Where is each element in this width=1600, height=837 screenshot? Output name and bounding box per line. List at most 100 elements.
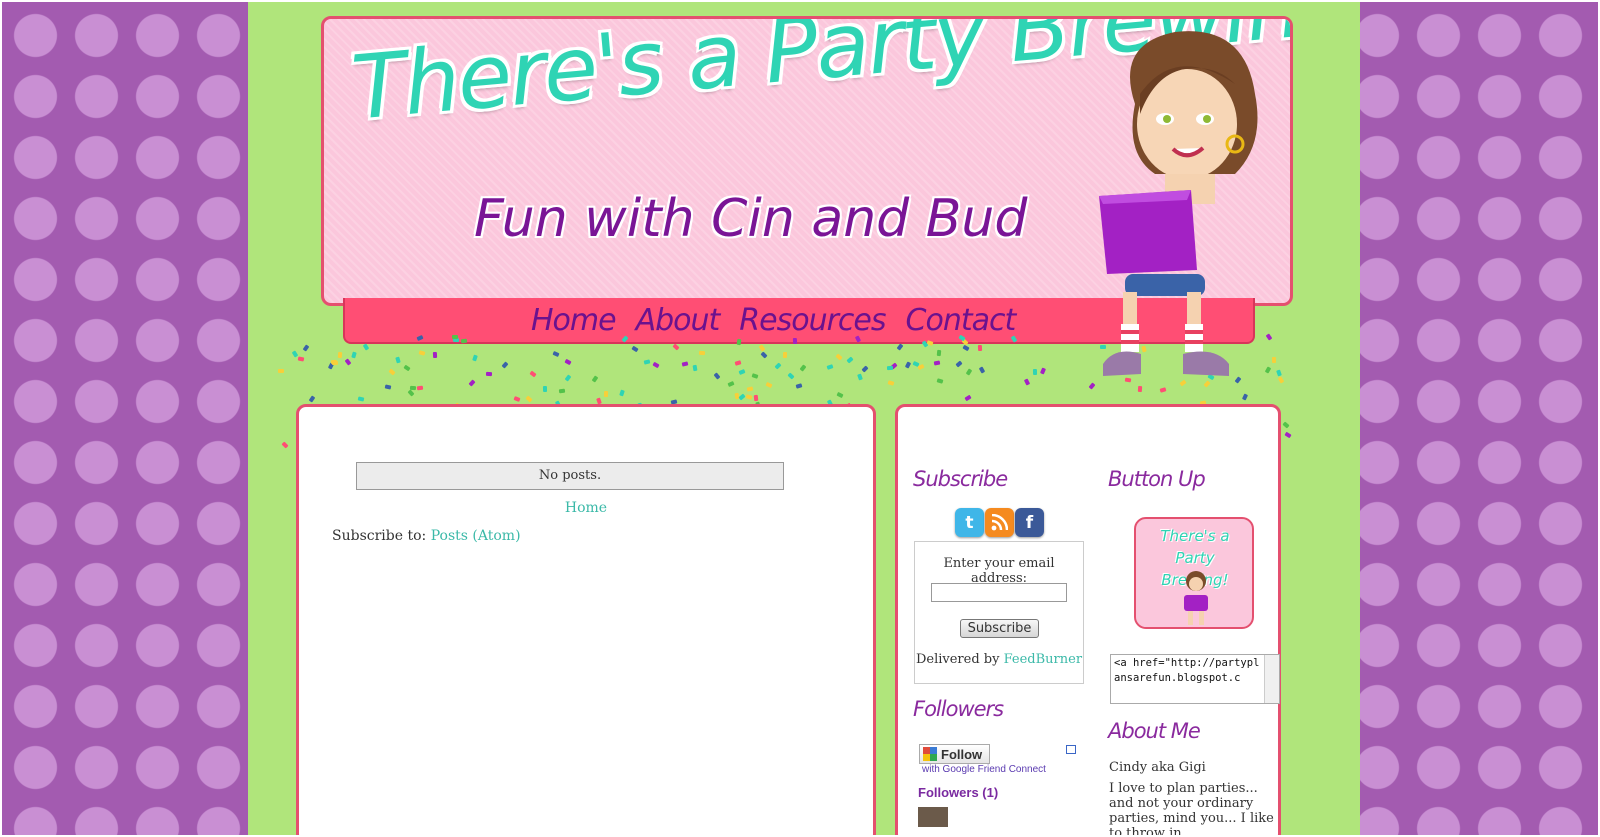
confetti-piece xyxy=(471,354,478,362)
confetti-piece xyxy=(542,386,547,393)
confetti-piece xyxy=(433,352,438,359)
confetti-piece xyxy=(643,358,651,365)
follow-button-label: Follow xyxy=(941,746,983,762)
confetti-piece xyxy=(281,441,289,449)
confetti-piece xyxy=(692,364,697,372)
confetti-piece xyxy=(461,338,468,343)
confetti-piece xyxy=(836,392,844,399)
confetti-piece xyxy=(977,344,982,352)
gfc-note[interactable]: with Google Friend Connect xyxy=(922,764,1046,775)
confetti-piece xyxy=(964,394,972,402)
confetti-piece xyxy=(917,364,925,371)
confetti-piece xyxy=(619,389,625,397)
confetti-piece xyxy=(795,383,802,389)
confetti-piece xyxy=(1282,421,1290,429)
subscribe-button[interactable]: Subscribe xyxy=(960,619,1039,638)
confetti-piece xyxy=(591,375,598,384)
confetti-piece xyxy=(1023,378,1030,386)
confetti-piece xyxy=(799,364,807,372)
nav-resources[interactable]: Resources xyxy=(739,303,886,338)
confetti-piece xyxy=(846,356,854,364)
confetti-piece xyxy=(558,388,566,393)
confetti-piece xyxy=(978,365,986,374)
blog-button-image[interactable]: There's a Party Brewing! xyxy=(1134,517,1254,629)
google-icon xyxy=(923,747,937,761)
home-link-label[interactable]: Home xyxy=(565,500,607,516)
followers-widget-title: Followers xyxy=(913,697,1004,721)
confetti-piece xyxy=(887,365,894,370)
nav-contact[interactable]: Contact xyxy=(906,303,1017,338)
confetti-piece xyxy=(727,380,735,387)
confetti-piece xyxy=(486,371,493,377)
confetti-piece xyxy=(753,394,758,402)
confetti-piece xyxy=(792,337,797,344)
confetti-piece xyxy=(525,395,533,403)
confetti-piece xyxy=(278,369,285,374)
rss-icon[interactable] xyxy=(985,508,1014,537)
confetti-piece xyxy=(603,391,608,398)
confetti-piece xyxy=(751,372,759,379)
confetti-piece xyxy=(897,343,904,351)
confetti-piece xyxy=(1277,376,1285,384)
button-code-textarea[interactable]: <a href="http://partyplansarefun.blogspo… xyxy=(1110,654,1280,704)
confetti-piece xyxy=(738,393,746,401)
confetti-piece xyxy=(501,360,509,369)
confetti-piece xyxy=(745,394,753,401)
feedburner-link[interactable]: FeedBurner xyxy=(1004,652,1082,667)
confetti-piece xyxy=(1032,369,1037,376)
confetti-piece xyxy=(419,349,426,356)
confetti-piece xyxy=(738,369,746,376)
confetti-piece xyxy=(681,361,689,368)
confetti-piece xyxy=(747,386,754,392)
code-scrollbar[interactable] xyxy=(1264,655,1279,703)
delivered-by: Delivered by FeedBurner xyxy=(915,652,1083,667)
confetti-piece xyxy=(630,345,639,352)
confetti-piece xyxy=(552,350,560,357)
confetti-piece xyxy=(417,385,424,391)
home-link[interactable]: Home xyxy=(299,500,873,516)
confetti-piece xyxy=(861,365,869,374)
nav-about[interactable]: About xyxy=(636,303,721,338)
confetti-piece xyxy=(765,382,773,389)
confetti-piece xyxy=(962,344,970,352)
button-code-text: <a href="http://partyplansarefun.blogspo… xyxy=(1114,657,1260,684)
subscribe-widget-title: Subscribe xyxy=(913,467,1008,491)
confetti-piece xyxy=(887,380,895,386)
delivered-label: Delivered by xyxy=(915,652,1004,667)
sidebar: Subscribe t f Enter your email address: … xyxy=(895,404,1281,837)
confetti-piece xyxy=(362,343,370,351)
followers-count[interactable]: Followers (1) xyxy=(918,785,998,800)
follower-avatar[interactable] xyxy=(918,807,948,827)
follow-button[interactable]: Follow xyxy=(919,744,990,764)
twitter-icon[interactable]: t xyxy=(955,508,984,537)
confetti-piece xyxy=(955,360,963,368)
confetti-piece xyxy=(595,397,602,405)
confetti-piece xyxy=(787,372,795,380)
mascot-illustration xyxy=(1099,31,1258,376)
confetti-piece xyxy=(774,362,782,370)
subscribe-to-label: Subscribe to: xyxy=(332,528,431,544)
confetti-piece xyxy=(936,377,944,384)
facebook-icon[interactable]: f xyxy=(1015,508,1044,537)
confetti-piece xyxy=(529,370,537,377)
confetti-piece xyxy=(357,396,365,402)
confetti-piece xyxy=(344,358,352,366)
confetti-piece xyxy=(402,364,411,372)
confetti-piece xyxy=(672,343,680,351)
confetti-piece xyxy=(451,335,458,340)
confetti-piece xyxy=(783,351,788,358)
confetti-piece xyxy=(698,350,706,355)
email-label: Enter your email address: xyxy=(943,556,1055,586)
confetti-piece xyxy=(388,368,396,376)
nav-home[interactable]: Home xyxy=(531,303,617,338)
confetti-piece xyxy=(856,373,863,381)
posts-atom-link[interactable]: Posts (Atom) xyxy=(431,528,521,544)
about-me-widget-title: About Me xyxy=(1108,719,1201,743)
confetti-piece xyxy=(564,358,572,365)
confetti-piece xyxy=(760,351,769,359)
email-input[interactable] xyxy=(931,583,1067,602)
confetti-piece xyxy=(330,359,338,364)
confetti-piece xyxy=(652,361,660,368)
mascot-mini-icon xyxy=(1184,571,1208,625)
popout-icon[interactable] xyxy=(1066,745,1076,754)
